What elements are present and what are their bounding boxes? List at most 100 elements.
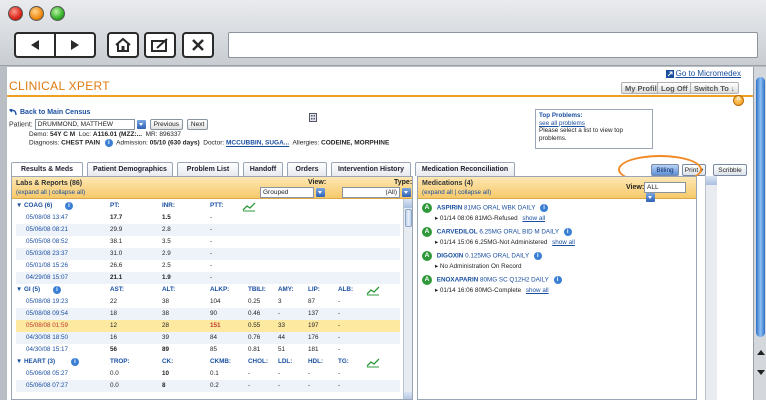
table-row[interactable]: 05/05/08 08:52 38.1 3.5 - [16, 236, 400, 248]
info-icon[interactable]: i [553, 276, 562, 284]
inr-value: 2.8 [162, 226, 171, 233]
lab-date[interactable]: 05/01/08 15:26 [26, 260, 68, 272]
address-bar[interactable] [228, 32, 758, 58]
table-row[interactable]: 05/06/08 05:27 0.0 10 0.1 - - - - [16, 368, 400, 380]
log-off-button[interactable]: Log Off [657, 82, 692, 94]
table-row[interactable]: 04/29/08 15:07 21.1 1.9 - [16, 272, 400, 284]
lab-date[interactable]: 05/05/08 08:52 [26, 236, 68, 248]
scroll-up-arrow-icon[interactable] [706, 176, 717, 185]
table-row[interactable]: 04/30/08 15:17 56 89 85 0.81 51 181 - [16, 344, 400, 356]
next-button[interactable]: Next [186, 119, 209, 130]
expand-triangle-icon[interactable]: ▸ [435, 287, 438, 294]
medication-name[interactable]: DIGOXIN [437, 253, 464, 260]
table-row[interactable]: 05/06/08 08:21 29.9 2.8 - [16, 224, 400, 236]
lab-date[interactable]: 05/08/08 13:47 [26, 212, 68, 224]
doctor-link[interactable]: MCCUBBIN, SUGA... [226, 140, 289, 147]
chol-value: - [248, 370, 251, 377]
table-row[interactable]: 05/03/08 23:37 31.0 2.9 - [16, 248, 400, 260]
tab-results-meds[interactable]: Results & Meds [11, 162, 83, 176]
show-all-link[interactable]: show all [552, 239, 575, 246]
show-all-link[interactable]: show all [526, 287, 549, 294]
gi-section-header[interactable]: ▼ GI (5) i AST: ALT: ALKP: TBILI: AMY: L… [16, 284, 400, 296]
expand-triangle-icon[interactable]: ▸ [435, 215, 438, 222]
scroll-down-arrow-icon[interactable] [757, 370, 765, 375]
building-icon[interactable] [309, 113, 317, 122]
lab-date[interactable]: 05/08/08 01:59 [26, 320, 68, 332]
medication-name[interactable]: ENOXAPARIN [437, 277, 479, 284]
page-inner-scrollbar[interactable] [705, 176, 717, 400]
expand-triangle-icon[interactable]: ▸ [435, 239, 438, 246]
table-row[interactable]: 05/06/08 07:27 0.0 8 0.2 - - - - [16, 380, 400, 392]
lab-date[interactable]: 05/08/08 19:23 [26, 296, 68, 308]
info-icon[interactable]: i [53, 286, 61, 294]
heart-section-header[interactable]: ▼ HEART (3) i TROP: CK: CKMB: CHOL: LDL:… [16, 356, 400, 368]
chevron-down-icon[interactable] [402, 188, 411, 197]
alb-value: - [338, 322, 341, 329]
scroll-up-arrow-icon[interactable] [404, 199, 412, 208]
table-row[interactable]: 05/01/08 15:26 26.6 2.5 - [16, 260, 400, 272]
labs-scroll-thumb[interactable] [405, 209, 412, 227]
tab-problem-list[interactable]: Problem List [177, 162, 239, 176]
table-row[interactable]: 05/08/08 19:23 22 38 104 0.25 3 87 - [16, 296, 400, 308]
medications-view-select[interactable]: ALL [644, 182, 686, 193]
tab-patient-demographics[interactable]: Patient Demographics [87, 162, 173, 176]
stop-button[interactable] [182, 32, 214, 58]
previous-button[interactable]: Previous [149, 119, 183, 130]
expand-triangle-icon[interactable]: ▸ [435, 263, 438, 270]
medication-name[interactable]: ASPIRIN [437, 205, 463, 212]
collapse-header-button[interactable]: ^ [733, 95, 744, 106]
table-row[interactable]: 04/30/08 18:50 16 39 84 0.76 44 176 - [16, 332, 400, 344]
patient-select[interactable]: DRUMMOND, MATTHEW [34, 119, 135, 130]
switch-to-button[interactable]: Switch To ↓ [690, 82, 739, 94]
tab-intervention-history[interactable]: Intervention History [331, 162, 411, 176]
table-row[interactable]: 05/08/08 09:54 18 38 90 0.46 - 137 - [16, 308, 400, 320]
scroll-up-arrow-icon[interactable] [757, 350, 765, 355]
chevron-down-icon[interactable] [136, 120, 146, 129]
lab-date[interactable]: 05/06/08 08:21 [26, 224, 68, 236]
maximize-window-button[interactable] [50, 6, 65, 21]
info-icon[interactable]: i [533, 252, 542, 260]
lab-date[interactable]: 05/06/08 05:27 [26, 368, 68, 380]
back-to-census-link[interactable]: Back to Main Census [9, 109, 90, 116]
table-row[interactable]: 05/08/08 13:47 17.7 1.5 - [16, 212, 400, 224]
lab-date[interactable]: 04/30/08 18:50 [26, 332, 68, 344]
edit-button[interactable] [144, 32, 176, 58]
labs-expand-collapse-link[interactable]: (expand all | collapse all) [16, 189, 85, 196]
forward-button[interactable] [54, 34, 94, 56]
coag-section-header[interactable]: ▼ COAG (6) i PT: INR: PTT: [16, 200, 400, 212]
tab-orders[interactable]: Orders [287, 162, 327, 176]
ptt-value: - [210, 238, 213, 245]
info-icon[interactable]: i [540, 204, 549, 212]
close-window-button[interactable] [8, 6, 23, 21]
info-icon[interactable]: i [104, 139, 113, 147]
tab-medication-reconciliation[interactable]: Medication Reconciliation [415, 162, 515, 176]
labs-view-select[interactable]: Grouped [260, 187, 314, 198]
home-button[interactable] [107, 32, 139, 58]
medication-name[interactable]: CARVEDILOL [437, 229, 478, 236]
back-button[interactable] [16, 34, 54, 56]
info-icon[interactable]: i [563, 228, 572, 236]
chevron-down-icon[interactable] [646, 193, 655, 202]
chevron-down-icon[interactable] [316, 188, 325, 197]
pt-value: 31.0 [110, 250, 123, 257]
window-scrollbar[interactable] [753, 67, 766, 400]
labs-scrollbar[interactable] [403, 199, 412, 399]
info-icon[interactable]: i [71, 358, 79, 366]
go-micromedex-link[interactable]: Go to Micromedex [665, 69, 741, 78]
lab-date[interactable]: 05/06/08 07:27 [26, 380, 68, 392]
medications-expand-collapse-link[interactable]: (expand all | collapse all) [422, 189, 491, 196]
scribble-button[interactable]: Scribble [713, 164, 747, 176]
labs-type-select[interactable]: (All) [342, 187, 400, 198]
tab-handoff[interactable]: Handoff [243, 162, 283, 176]
table-row[interactable]: 05/08/08 01:59 12 28 151 0.55 33 197 - [16, 320, 400, 332]
info-icon[interactable]: i [65, 202, 73, 210]
window-scroll-thumb[interactable] [756, 77, 765, 337]
see-all-problems-link[interactable]: see all problems [539, 120, 649, 128]
show-all-link[interactable]: show all [522, 215, 545, 222]
lab-date[interactable]: 05/03/08 23:37 [26, 248, 68, 260]
lab-date[interactable]: 04/30/08 15:17 [26, 344, 68, 356]
lab-date[interactable]: 04/29/08 15:07 [26, 272, 68, 284]
scroll-down-arrow-icon[interactable] [404, 392, 412, 399]
minimize-window-button[interactable] [29, 6, 44, 21]
lab-date[interactable]: 05/08/08 09:54 [26, 308, 68, 320]
